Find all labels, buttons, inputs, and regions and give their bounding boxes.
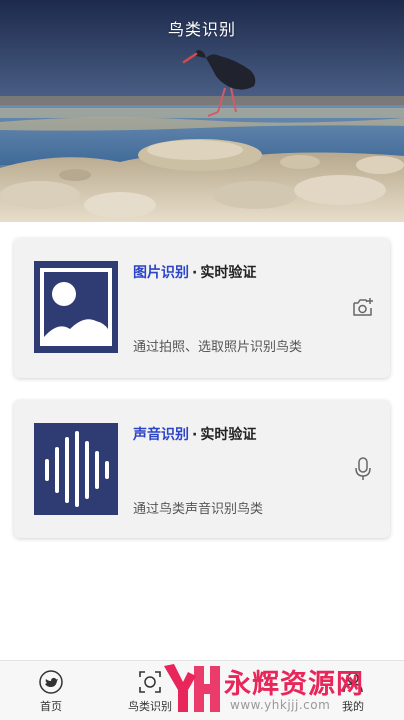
title-separator: · (192, 265, 198, 281)
scan-icon (139, 671, 161, 693)
card-title-rest: 实时验证 (200, 427, 257, 443)
tab-profile[interactable]: 我的 (313, 669, 393, 714)
card-description: 通过鸟类声音识别鸟类 (133, 502, 264, 517)
tab-home[interactable]: 首页 (11, 669, 91, 714)
card-title: 图片识别 · 实时验证 (133, 262, 256, 282)
card-title: 声音识别 · 实时验证 (133, 424, 256, 444)
bottom-tab-bar: 首页 鸟类识别 我的 (0, 660, 404, 720)
tab-label: 首页 (40, 700, 62, 713)
header-banner: 鸟类识别 (0, 0, 404, 222)
camera-add-icon[interactable] (350, 294, 376, 320)
twitter-bird-icon (39, 670, 63, 694)
tab-label: 我的 (342, 700, 364, 713)
tab-label: 鸟类识别 (128, 700, 172, 713)
tab-bird-recognition[interactable]: 鸟类识别 (110, 669, 190, 714)
sound-recognition-card[interactable]: 声音识别 · 实时验证 通过鸟类声音识别鸟类 (14, 400, 390, 538)
card-description: 通过拍照、选取照片识别鸟类 (133, 340, 303, 355)
profile-icon (343, 672, 363, 693)
sound-wave-icon (34, 423, 118, 515)
title-separator: · (192, 427, 198, 443)
card-title-accent: 声音识别 (133, 427, 189, 443)
image-icon (34, 261, 118, 353)
page-title: 鸟类识别 (167, 20, 236, 39)
card-title-accent: 图片识别 (133, 265, 189, 281)
image-recognition-card[interactable]: 图片识别 · 实时验证 通过拍照、选取照片识别鸟类 (14, 238, 390, 378)
card-title-rest: 实时验证 (200, 265, 257, 281)
microphone-icon[interactable] (350, 456, 376, 482)
